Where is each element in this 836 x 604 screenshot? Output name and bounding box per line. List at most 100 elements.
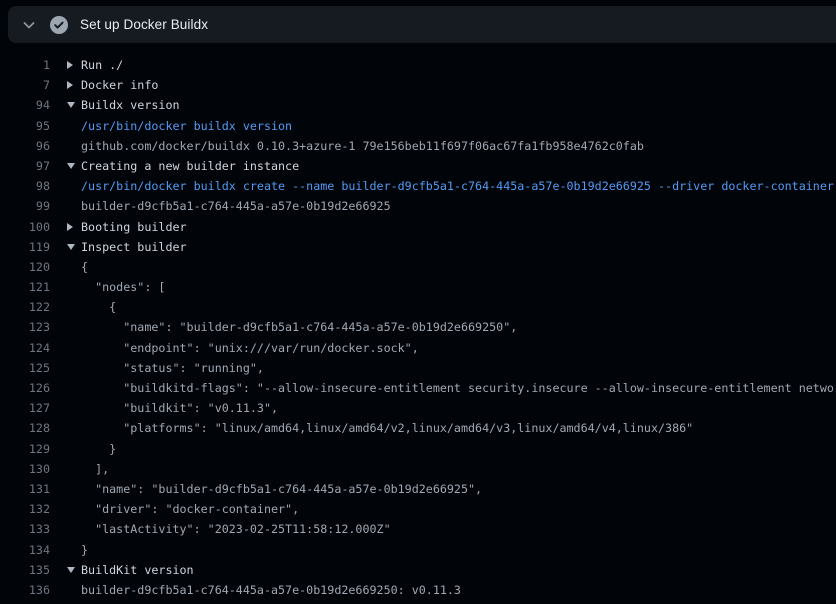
- log-line-row: 128 "platforms": "linux/amd64,linux/amd6…: [0, 418, 836, 438]
- line-number[interactable]: 95: [0, 116, 50, 136]
- group-title[interactable]: Run ./: [81, 55, 836, 75]
- line-number[interactable]: 136: [0, 580, 50, 600]
- log-line-row: 130 ],: [0, 459, 836, 479]
- line-number[interactable]: 124: [0, 338, 50, 358]
- log-group-row: 7 Docker info: [0, 75, 836, 95]
- group-expanded-icon[interactable]: [67, 244, 81, 250]
- triangle-glyph: [67, 223, 73, 231]
- triangle-glyph: [67, 81, 73, 89]
- log-line-row: 120 {: [0, 257, 836, 277]
- group-collapsed-icon[interactable]: [67, 81, 81, 89]
- line-number[interactable]: 123: [0, 317, 50, 337]
- log-text: "lastActivity": "2023-02-25T11:58:12.000…: [81, 519, 836, 539]
- log-area: 1Run ./7Docker info94Buildx version95/us…: [0, 43, 836, 600]
- log-text: }: [81, 540, 836, 560]
- line-number[interactable]: 126: [0, 378, 50, 398]
- step-title: Set up Docker Buildx: [80, 17, 208, 32]
- triangle-glyph: [67, 567, 75, 573]
- line-number[interactable]: 96: [0, 136, 50, 156]
- step-header[interactable]: Set up Docker Buildx: [8, 6, 836, 43]
- command-text: /usr/bin/docker buildx version: [81, 116, 836, 136]
- line-number[interactable]: 125: [0, 358, 50, 378]
- triangle-glyph: [67, 244, 75, 250]
- log-line-row: 126 "buildkitd-flags": "--allow-insecure…: [0, 378, 836, 398]
- line-number[interactable]: 127: [0, 398, 50, 418]
- line-number[interactable]: 132: [0, 499, 50, 519]
- line-number[interactable]: 129: [0, 439, 50, 459]
- log-text: }: [81, 439, 836, 459]
- line-number[interactable]: 97: [0, 156, 50, 176]
- group-expanded-icon[interactable]: [67, 567, 81, 573]
- log-line-row: 99 builder-d9cfb5a1-c764-445a-a57e-0b19d2…: [0, 196, 836, 216]
- log-text: ],: [81, 459, 836, 479]
- line-number[interactable]: 100: [0, 217, 50, 237]
- line-number[interactable]: 131: [0, 479, 50, 499]
- log-group-row: 1 Run ./: [0, 55, 836, 75]
- log-group-row: 119 Inspect builder: [0, 237, 836, 257]
- group-expanded-icon[interactable]: [67, 102, 81, 108]
- log-text: github.com/docker/buildx 0.10.3+azure-1 …: [81, 136, 836, 156]
- log-text: "status": "running",: [81, 358, 836, 378]
- log-text: {: [81, 297, 836, 317]
- log-line-row: 98/usr/bin/docker buildx create --name b…: [0, 176, 836, 196]
- line-number[interactable]: 130: [0, 459, 50, 479]
- log-group-row: 97 Creating a new builder instance: [0, 156, 836, 176]
- group-expanded-icon[interactable]: [67, 163, 81, 169]
- log-line-row: 127 "buildkit": "v0.11.3",: [0, 398, 836, 418]
- line-number[interactable]: 99: [0, 196, 50, 216]
- log-text: "driver": "docker-container",: [81, 499, 836, 519]
- group-title[interactable]: Buildx version: [81, 95, 836, 115]
- triangle-glyph: [67, 61, 73, 69]
- line-number[interactable]: 119: [0, 237, 50, 257]
- log-line-row: 121 "nodes": [: [0, 277, 836, 297]
- check-circle-icon: [50, 16, 68, 34]
- log-line-row: 123 "name": "builder-d9cfb5a1-c764-445a-…: [0, 317, 836, 337]
- group-collapsed-icon[interactable]: [67, 61, 81, 69]
- log-text: "name": "builder-d9cfb5a1-c764-445a-a57e…: [81, 479, 836, 499]
- log-line-row: 95/usr/bin/docker buildx version: [0, 116, 836, 136]
- group-title[interactable]: Inspect builder: [81, 237, 836, 257]
- triangle-glyph: [67, 102, 75, 108]
- actions-log-viewer: Set up Docker Buildx 1 Run ./ 7 Docker info…: [0, 0, 836, 604]
- log-text: "platforms": "linux/amd64,linux/amd64/v2…: [81, 418, 836, 438]
- line-number[interactable]: 98: [0, 176, 50, 196]
- command-text: /usr/bin/docker buildx create --name bui…: [81, 176, 836, 196]
- line-number[interactable]: 121: [0, 277, 50, 297]
- log-text: {: [81, 257, 836, 277]
- log-text: "endpoint": "unix:///var/run/docker.sock…: [81, 338, 836, 358]
- log-group-row: 135 BuildKit version: [0, 560, 836, 580]
- log-line-row: 129 }: [0, 439, 836, 459]
- group-title[interactable]: Docker info: [81, 75, 836, 95]
- log-line-row: 96 github.com/docker/buildx 0.10.3+azure-…: [0, 136, 836, 156]
- log-line-row: 125 "status": "running",: [0, 358, 836, 378]
- group-collapsed-icon[interactable]: [67, 223, 81, 231]
- line-number[interactable]: 128: [0, 418, 50, 438]
- group-title[interactable]: Creating a new builder instance: [81, 156, 836, 176]
- log-text: "buildkit": "v0.11.3",: [81, 398, 836, 418]
- log-text: builder-d9cfb5a1-c764-445a-a57e-0b19d2e6…: [81, 580, 836, 600]
- log-text: builder-d9cfb5a1-c764-445a-a57e-0b19d2e6…: [81, 196, 836, 216]
- log-group-row: 94 Buildx version: [0, 95, 836, 115]
- log-line-row: 131 "name": "builder-d9cfb5a1-c764-445a-…: [0, 479, 836, 499]
- log-line-row: 132 "driver": "docker-container",: [0, 499, 836, 519]
- line-number[interactable]: 134: [0, 540, 50, 560]
- line-number[interactable]: 94: [0, 95, 50, 115]
- log-line-row: 136 builder-d9cfb5a1-c764-445a-a57e-0b19d…: [0, 580, 836, 600]
- group-title[interactable]: BuildKit version: [81, 560, 836, 580]
- line-number[interactable]: 133: [0, 519, 50, 539]
- chevron-down-icon[interactable]: [21, 17, 37, 33]
- line-number[interactable]: 7: [0, 75, 50, 95]
- line-number[interactable]: 1: [0, 55, 50, 75]
- line-number[interactable]: 122: [0, 297, 50, 317]
- log-line-row: 133 "lastActivity": "2023-02-25T11:58:12…: [0, 519, 836, 539]
- log-text: "buildkitd-flags": "--allow-insecure-ent…: [81, 378, 836, 398]
- log-group-row: 100 Booting builder: [0, 217, 836, 237]
- line-number[interactable]: 120: [0, 257, 50, 277]
- line-number[interactable]: 135: [0, 560, 50, 580]
- log-line-row: 122 {: [0, 297, 836, 317]
- log-text: "name": "builder-d9cfb5a1-c764-445a-a57e…: [81, 317, 836, 337]
- log-line-row: 124 "endpoint": "unix:///var/run/docker.…: [0, 338, 836, 358]
- group-title[interactable]: Booting builder: [81, 217, 836, 237]
- log-line-row: 134}: [0, 540, 836, 560]
- triangle-glyph: [67, 163, 75, 169]
